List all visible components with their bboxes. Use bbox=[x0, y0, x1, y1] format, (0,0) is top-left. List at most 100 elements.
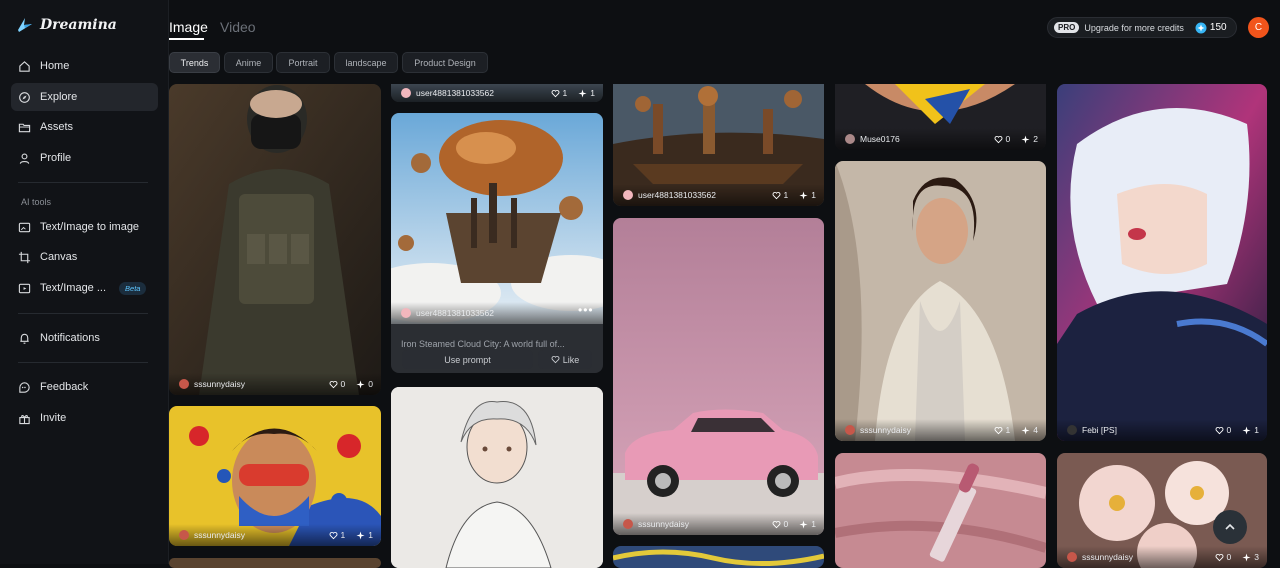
sidebar-item-text-image-to-video[interactable]: Text/Image ... Beta bbox=[11, 274, 158, 302]
user-avatar[interactable]: C bbox=[1248, 17, 1269, 38]
sparkle-icon[interactable] bbox=[356, 530, 365, 540]
heart-icon[interactable] bbox=[772, 520, 781, 529]
sidebar-item-explore[interactable]: Explore bbox=[11, 83, 158, 111]
use-prompt-button[interactable]: Use prompt bbox=[402, 350, 533, 369]
like-button[interactable]: Like bbox=[538, 350, 592, 369]
card-username[interactable]: user4881381033562 bbox=[416, 88, 494, 98]
compass-icon bbox=[19, 91, 30, 103]
filter-chip-trends[interactable]: Trends bbox=[169, 52, 220, 73]
card-username[interactable]: user4881381033562 bbox=[416, 308, 494, 318]
chevron-up-icon bbox=[1225, 523, 1235, 530]
user-avatar-icon bbox=[179, 379, 189, 389]
card-username[interactable]: sssunnydaisy bbox=[638, 519, 689, 529]
more-options-icon[interactable]: ••• bbox=[578, 303, 594, 317]
sidebar-divider bbox=[18, 362, 148, 363]
dreamina-logo-icon bbox=[18, 18, 32, 32]
filter-chip-product-design[interactable]: Product Design bbox=[402, 52, 488, 73]
sidebar-item-text-image-to-image[interactable]: Text/Image to image bbox=[11, 213, 158, 241]
sidebar-item-label: Text/Image to image bbox=[40, 221, 140, 233]
like-count: 0 bbox=[783, 519, 789, 529]
image-card-steampunk[interactable]: user4881381033562 1 1 bbox=[613, 84, 824, 206]
card-username[interactable]: sssunnydaisy bbox=[194, 530, 245, 540]
image-card-woman-portrait[interactable]: sssunnydaisy 1 4 bbox=[835, 161, 1046, 441]
image-card-soldier[interactable]: sssunnydaisy 0 0 bbox=[169, 84, 381, 395]
card-username[interactable]: user4881381033562 bbox=[638, 190, 716, 200]
video-icon bbox=[18, 283, 31, 293]
filter-chip-portrait[interactable]: Portrait bbox=[276, 52, 330, 73]
sidebar-item-label: Assets bbox=[40, 121, 74, 133]
card-footer: Febi [PS] 0 1 bbox=[1057, 419, 1267, 441]
image-pink-car bbox=[613, 218, 824, 535]
heart-icon[interactable] bbox=[994, 426, 1003, 435]
like-count: 1 bbox=[783, 190, 789, 200]
sidebar-item-home[interactable]: Home bbox=[11, 52, 158, 80]
brand-logo[interactable]: Dreamina bbox=[16, 16, 117, 34]
sidebar-item-notifications[interactable]: Notifications bbox=[11, 324, 158, 352]
card-username[interactable]: Febi [PS] bbox=[1082, 425, 1117, 435]
sidebar-item-profile[interactable]: Profile bbox=[11, 144, 158, 172]
image-card-anime[interactable]: Febi [PS] 0 1 bbox=[1057, 84, 1267, 441]
filter-chip-anime[interactable]: Anime bbox=[224, 52, 273, 73]
heart-icon[interactable] bbox=[551, 89, 560, 98]
credits-counter: 150 bbox=[1195, 22, 1227, 34]
sparkle-icon[interactable] bbox=[578, 88, 587, 98]
user-avatar-icon bbox=[179, 530, 189, 540]
like-count: 1 bbox=[562, 88, 568, 98]
sparkle-icon[interactable] bbox=[356, 379, 365, 389]
heart-icon[interactable] bbox=[329, 531, 338, 540]
sidebar-item-canvas[interactable]: Canvas bbox=[11, 243, 158, 271]
sidebar-item-assets[interactable]: Assets bbox=[11, 113, 158, 141]
card-footer: sssunnydaisy 0 1 bbox=[613, 513, 824, 535]
card-username[interactable]: sssunnydaisy bbox=[1082, 552, 1133, 562]
image-card-sketch[interactable] bbox=[391, 387, 603, 568]
brand-name: Dreamina bbox=[40, 17, 117, 33]
heart-icon[interactable] bbox=[1215, 426, 1224, 435]
sidebar: Dreamina Home Explore Assets Profile AI … bbox=[0, 0, 169, 564]
image-card-pink-car[interactable]: sssunnydaisy 0 1 bbox=[613, 218, 824, 535]
image-card-lipstick[interactable] bbox=[835, 453, 1046, 568]
filter-chip-landscape[interactable]: landscape bbox=[334, 52, 398, 73]
heart-icon[interactable] bbox=[994, 135, 1003, 144]
card-footer: Muse0176 0 2 bbox=[835, 128, 1046, 150]
user-avatar-icon bbox=[623, 190, 633, 200]
scroll-to-top-button[interactable] bbox=[1213, 510, 1247, 544]
image-card-painted-face[interactable]: sssunnydaisy 1 1 bbox=[169, 406, 381, 546]
sparkle-icon[interactable] bbox=[1242, 425, 1251, 435]
remix-count: 4 bbox=[1033, 425, 1038, 435]
sidebar-item-label: Text/Image ... bbox=[40, 282, 107, 294]
image-card-city-top[interactable]: user4881381033562 1 1 bbox=[391, 84, 603, 102]
heart-icon[interactable] bbox=[1215, 553, 1224, 562]
upgrade-button[interactable]: PRO Upgrade for more credits 150 bbox=[1047, 17, 1237, 38]
image-airship-city bbox=[391, 113, 603, 324]
prompt-description: Iron Steamed Cloud City: A world full of… bbox=[401, 339, 565, 349]
like-count: 0 bbox=[1005, 134, 1011, 144]
tab-video[interactable]: Video bbox=[220, 19, 256, 35]
card-username[interactable]: sssunnydaisy bbox=[194, 379, 245, 389]
sparkle-icon[interactable] bbox=[1242, 552, 1251, 562]
card-username[interactable]: Muse0176 bbox=[860, 134, 900, 144]
image-woman-portrait bbox=[835, 161, 1046, 441]
image-card-airship[interactable]: user4881381033562 ••• Iron Steamed Cloud… bbox=[391, 113, 603, 373]
sparkle-icon[interactable] bbox=[799, 190, 808, 200]
card-footer: user4881381033562 1 1 bbox=[391, 84, 603, 102]
image-card-partial[interactable] bbox=[169, 558, 381, 568]
card-footer: sssunnydaisy 1 4 bbox=[835, 419, 1046, 441]
card-footer: sssunnydaisy 0 0 bbox=[169, 373, 381, 395]
image-card-yellow[interactable]: Muse0176 0 2 bbox=[835, 84, 1046, 150]
sparkle-icon[interactable] bbox=[799, 519, 808, 529]
card-username[interactable]: sssunnydaisy bbox=[860, 425, 911, 435]
tab-image[interactable]: Image bbox=[169, 19, 208, 35]
remix-count: 1 bbox=[811, 190, 816, 200]
remix-count: 1 bbox=[811, 519, 816, 529]
image-anime-sketch bbox=[391, 387, 603, 568]
sidebar-item-label: Feedback bbox=[40, 381, 89, 393]
sidebar-item-invite[interactable]: Invite bbox=[11, 404, 158, 432]
user-icon bbox=[19, 152, 30, 164]
sparkle-icon[interactable] bbox=[1021, 134, 1030, 144]
heart-icon[interactable] bbox=[772, 191, 781, 200]
sparkle-icon[interactable] bbox=[1021, 425, 1030, 435]
image-card-starry[interactable] bbox=[613, 546, 824, 568]
sidebar-item-feedback[interactable]: Feedback bbox=[11, 373, 158, 401]
sidebar-item-label: Explore bbox=[40, 91, 78, 103]
heart-icon[interactable] bbox=[329, 380, 338, 389]
